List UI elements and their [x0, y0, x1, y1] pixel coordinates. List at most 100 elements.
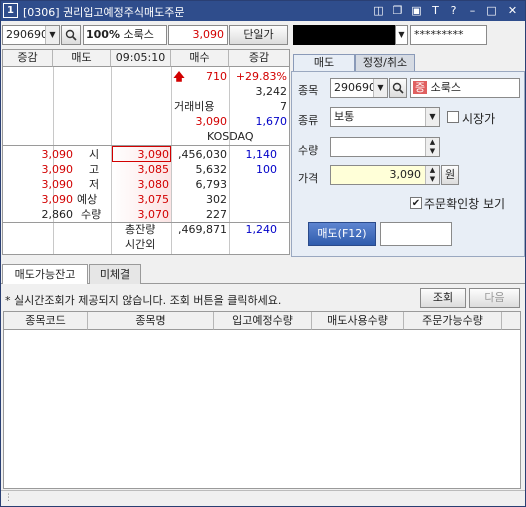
- trading-cost-label: 거래비용: [174, 100, 215, 113]
- percent-label: 100%: [86, 28, 120, 41]
- price-spinner-icon[interactable]: ▲ ▼: [425, 166, 439, 184]
- label-price: 가격: [298, 172, 319, 185]
- password-input[interactable]: *********: [410, 25, 487, 45]
- market-label: KOSDAQ: [207, 130, 254, 143]
- expected-qty: 2,860: [41, 208, 74, 221]
- bid-qty-5: 227: [206, 208, 227, 221]
- market-price-checkbox[interactable]: [447, 111, 459, 123]
- expected-label: 예상: [77, 193, 98, 206]
- current-price-box: 3,090: [168, 25, 228, 45]
- stock-name: 소룩스: [123, 28, 154, 41]
- order-result-box: [380, 222, 452, 246]
- code-dropdown-icon[interactable]: ▼: [45, 26, 59, 44]
- resize-grip-icon[interactable]: ⋮: [4, 493, 13, 503]
- bid-chg-2: 100: [256, 163, 277, 176]
- order-panel: 종목 290690 ▼ 증 소룩스 종류 보통 ▼ 시장가 수량 ▲ ▼ 가격 3…: [291, 71, 525, 257]
- stock-code-input[interactable]: 290690 ▼: [2, 25, 60, 45]
- header-sell: 매도: [53, 50, 111, 67]
- col-incoming-qty[interactable]: 입고예정수량: [214, 312, 312, 330]
- bid-price-5[interactable]: 3,070: [111, 207, 170, 222]
- bottom-tabs: 매도가능잔고 미체결: [1, 264, 525, 284]
- tab-unfilled[interactable]: 미체결: [89, 264, 141, 284]
- next-button[interactable]: 다음: [469, 288, 520, 308]
- tab-sell[interactable]: 매도: [293, 54, 355, 71]
- low-label: 저: [89, 178, 100, 191]
- total-qty: ,469,871: [178, 223, 227, 236]
- ref-volume: 1,670: [255, 115, 288, 128]
- search-icon: [65, 29, 77, 41]
- open-price: 3,090: [41, 148, 74, 161]
- margin-badge: 증: [413, 81, 428, 94]
- order-search-button[interactable]: [389, 78, 407, 98]
- stock-code-value: 290690: [6, 28, 48, 41]
- minimize-icon[interactable]: –: [466, 4, 479, 17]
- header-buy: 매수: [171, 50, 229, 67]
- high-price: 3,090: [41, 163, 74, 176]
- search-button[interactable]: [61, 25, 81, 45]
- realtime-notice: * 실시간조회가 제공되지 않습니다. 조회 버튼을 클릭하세요.: [5, 294, 282, 307]
- order-code-input[interactable]: 290690 ▼: [330, 78, 388, 98]
- bid-qty-1: ,456,030: [178, 148, 227, 161]
- confirm-checkbox[interactable]: ✔: [410, 197, 422, 209]
- bid-qty-4: 302: [206, 193, 227, 206]
- order-stock-name: 소룩스: [430, 81, 461, 94]
- price-input[interactable]: 3,090 ▲ ▼: [330, 165, 440, 185]
- order-type-value: 보통: [334, 110, 355, 123]
- col-orderable-qty[interactable]: 주문가능수량: [404, 312, 502, 330]
- col-name[interactable]: 종목명: [88, 312, 214, 330]
- change-value: 710: [206, 70, 227, 83]
- balance-table: 종목코드 종목명 입고예정수량 매도사용수량 주문가능수량: [3, 311, 521, 489]
- search-icon: [392, 82, 404, 94]
- single-price-button[interactable]: 단일가: [229, 25, 288, 45]
- qty-spinner-icon[interactable]: ▲ ▼: [425, 138, 439, 156]
- expected-price: 3,090: [41, 193, 74, 206]
- order-type-dropdown-icon[interactable]: ▼: [425, 108, 439, 126]
- order-code-dropdown-icon[interactable]: ▼: [373, 79, 387, 97]
- account-dropdown[interactable]: ▼: [395, 25, 408, 45]
- query-button[interactable]: 조회: [420, 288, 466, 308]
- bid-price-2[interactable]: 3,085: [111, 162, 170, 177]
- header-change2: 증감: [229, 50, 289, 67]
- col-sell-used-qty[interactable]: 매도사용수량: [312, 312, 404, 330]
- sell-submit-button[interactable]: 매도(F12): [308, 222, 376, 246]
- font-size-icon[interactable]: T: [429, 4, 442, 17]
- order-code-value: 290690: [334, 81, 376, 94]
- qty-input[interactable]: ▲ ▼: [330, 137, 440, 157]
- current-price: 3,090: [192, 28, 225, 41]
- bid-price-1[interactable]: 3,090: [111, 147, 170, 162]
- label-code: 종목: [298, 84, 319, 97]
- volume-value: 3,242: [255, 85, 288, 98]
- after-hours-label: 시간외: [125, 238, 156, 251]
- change-rate: +29.83%: [235, 70, 287, 83]
- help-icon[interactable]: ?: [447, 4, 460, 17]
- won-button[interactable]: 원: [441, 165, 459, 185]
- open-label: 시: [89, 148, 100, 161]
- ref-price: 3,090: [195, 115, 228, 128]
- bid-chg-1: 1,140: [245, 148, 278, 161]
- low-price: 3,090: [41, 178, 74, 191]
- title-bar: 1 [0306] 권리입고예정주식매도주문 ◫ ❐ ▣ T ? – □ ✕: [1, 1, 525, 21]
- account-dropdown-icon: ▼: [398, 30, 405, 39]
- qty-label: 수량: [81, 208, 102, 221]
- high-label: 고: [89, 163, 100, 176]
- order-name-box: 증 소룩스: [410, 78, 520, 98]
- col-code[interactable]: 종목코드: [4, 312, 88, 330]
- close-icon[interactable]: ✕: [506, 4, 519, 17]
- market-price-label: 시장가: [462, 112, 496, 126]
- resize-icon[interactable]: ◫: [372, 4, 385, 17]
- cascade-icon[interactable]: ❐: [391, 4, 404, 17]
- header-change: 증감: [3, 50, 53, 67]
- tab-modify-cancel[interactable]: 정정/취소: [355, 54, 415, 71]
- status-bar: ⋮: [1, 490, 525, 506]
- password-value: *********: [414, 28, 464, 41]
- stock-name-box[interactable]: 100% 소룩스: [83, 25, 167, 45]
- tab-sellable-balance[interactable]: 매도가능잔고: [2, 264, 88, 284]
- total-label: 총잔량: [125, 223, 156, 236]
- maximize-icon[interactable]: □: [485, 4, 498, 17]
- bid-price-4[interactable]: 3,075: [111, 192, 170, 207]
- bid-price-3[interactable]: 3,080: [111, 177, 170, 192]
- window-list-icon[interactable]: ▣: [410, 4, 423, 17]
- order-type-select[interactable]: 보통 ▼: [330, 107, 440, 127]
- window-number: 1: [3, 3, 18, 18]
- confirm-label: 주문확인창 보기: [424, 197, 506, 211]
